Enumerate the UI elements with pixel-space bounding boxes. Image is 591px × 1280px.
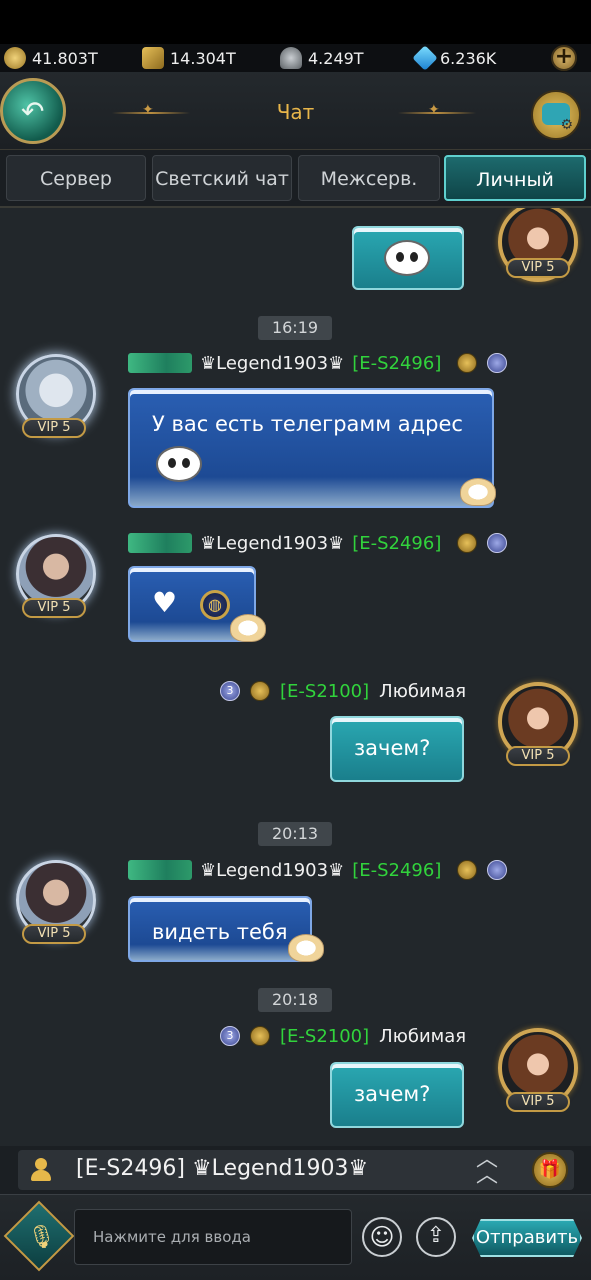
add-resources-button[interactable]: + [551,45,577,71]
my-vip-badge: VIP 5 [506,258,570,278]
resource-coins: 41.803T [4,46,98,70]
chat-messages[interactable]: VIP 5 16:19 VIP 5 ♛Legend1903♛ [E-S2496]… [0,208,591,1146]
medal-icon [250,681,270,701]
globe-icon: ◍ [200,590,230,620]
sender-name[interactable]: ♛Legend1903♛ [200,533,344,554]
voice-button[interactable]: 🎙 [3,1200,75,1272]
sender-vip-badge: VIP 5 [22,598,86,618]
soldier-helmet-icon [280,47,302,69]
sender-server: [E-S2496] [352,859,442,881]
message-bubble-sticker[interactable] [352,226,464,290]
my-name[interactable]: Любимая [379,681,466,702]
message-input[interactable]: Нажмите для ввода информации [74,1209,352,1265]
sender-name-line: ♛Legend1903♛ [E-S2496] [128,858,508,882]
title-ornament-right [398,102,476,118]
reply-target-bar: [E-S2496] ♛Legend1903♛ ︿ ︿ 🎁 [0,1146,591,1194]
chat-settings-button[interactable]: ⚙ [531,90,581,140]
sender-server: [E-S2496] [352,532,442,554]
my-name-line: 3 [E-S2100] Любимая [220,1024,466,1048]
user-icon [30,1158,52,1182]
diamond-icon [412,45,438,71]
send-button[interactable]: Отправить [472,1219,582,1257]
heart-icon: ♥ [152,586,178,619]
sender-name-line: ♛Legend1903♛ [E-S2496] [128,531,508,555]
medal-icon [457,533,478,553]
gear-icon: ⚙ [560,117,573,133]
emoji-button[interactable]: ☺ [362,1217,402,1257]
time-separator: 16:19 [258,316,332,340]
cat-decoration-icon [230,614,266,642]
medal-icon [457,353,478,373]
message-text: зачем? [354,736,431,760]
title-badge-icon [128,533,192,553]
my-vip-badge: VIP 5 [506,1092,570,1112]
reply-target-name: [E-S2496] ♛Legend1903♛ [76,1156,369,1181]
coins-value: 41.803T [32,48,98,68]
rank-icon [487,533,508,553]
tab-cross-server[interactable]: Межсерв. [298,155,440,201]
chat-header: ↶ Чат ⚙ [0,72,591,150]
message-text: У вас есть телеграмм адрес [152,412,463,436]
grain-value: 14.304T [170,48,236,68]
message-bubble[interactable]: видеть тебя [128,896,324,962]
tab-server[interactable]: Сервер [6,155,146,201]
my-name-line: 3 [E-S2100] Любимая [220,679,466,703]
resources-bar: 41.803T 14.304T 4.249T 6.236K + [0,44,591,72]
coin-icon [4,47,26,69]
title-badge-icon [128,860,192,880]
title-badge-icon [128,353,192,373]
reply-target[interactable]: [E-S2496] ♛Legend1903♛ ︿ ︿ 🎁 [18,1149,574,1190]
my-vip-badge: VIP 5 [506,746,570,766]
time-separator: 20:13 [258,822,332,846]
message-bubble[interactable]: ♥ ◍ [128,566,266,642]
rank-icon [487,860,508,880]
my-name[interactable]: Любимая [379,1026,466,1047]
rank-icon: 3 [220,681,240,701]
sender-vip-badge: VIP 5 [22,418,86,438]
smiley-sticker-icon [156,446,202,482]
sender-vip-badge: VIP 5 [22,924,86,944]
resource-soldiers: 4.249T [280,46,364,70]
medal-icon [457,860,478,880]
medal-icon [250,1026,270,1046]
sender-name-line: ♛Legend1903♛ [E-S2496] [128,351,508,375]
tab-social[interactable]: Светский чат [152,155,292,201]
tab-private[interactable]: Личный [444,155,586,201]
page-title: Чат [276,100,315,124]
message-text: зачем? [354,1082,431,1106]
message-bubble[interactable]: зачем? [330,716,464,782]
time-separator: 20:18 [258,988,332,1012]
rank-icon: 3 [220,1026,240,1046]
soldiers-value: 4.249T [308,48,364,68]
message-bubble[interactable]: зачем? [330,1062,464,1128]
smiley-sticker-icon [384,240,430,276]
sender-name[interactable]: ♛Legend1903♛ [200,860,344,881]
diamonds-value: 6.236K [440,48,497,68]
share-button[interactable]: ⇪ [416,1217,456,1257]
my-server: [E-S2100] [280,1025,370,1047]
resource-diamonds: 6.236K [412,45,497,71]
chevron-up-icon[interactable]: ︿ ︿ [476,1149,498,1187]
rank-icon [487,353,508,373]
message-composer: 🎙 Нажмите для ввода информации ☺ ⇪ Отпра… [0,1194,591,1280]
chat-tabs: Сервер Светский чат Межсерв. Личный [0,150,591,208]
message-text: видеть тебя [152,920,288,944]
status-bar [0,0,591,44]
sender-server: [E-S2496] [352,352,442,374]
sender-name[interactable]: ♛Legend1903♛ [200,353,344,374]
cat-decoration-icon [288,934,324,962]
my-server: [E-S2100] [280,680,370,702]
cat-decoration-icon [460,478,496,506]
resource-grain: 14.304T [142,46,236,70]
message-bubble[interactable]: У вас есть телеграмм адрес [128,388,496,508]
grain-icon [142,47,164,69]
microphone-icon: 🎙 [27,1225,56,1251]
gift-button[interactable]: 🎁 [532,1152,568,1188]
